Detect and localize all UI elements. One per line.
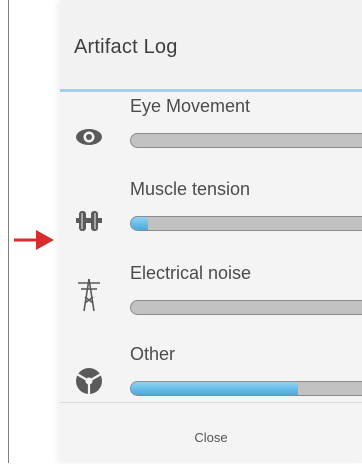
- artifact-level-fill: [131, 217, 148, 230]
- artifact-label: Other: [130, 344, 176, 364]
- artifact-row-electrical-noise: Electrical noise: [60, 263, 362, 343]
- artifact-level-bar: [130, 216, 362, 231]
- artifact-label: Electrical noise: [130, 263, 252, 283]
- artifact-label: Eye Movement: [130, 96, 251, 116]
- muscle-icon: [76, 211, 102, 231]
- dialog-title: Artifact Log: [74, 36, 178, 58]
- eye-icon: [76, 129, 102, 145]
- pointer-arrow-icon: [14, 230, 54, 250]
- pie-segments-icon: [76, 368, 102, 394]
- artifact-row-eye-movement: Eye Movement: [60, 96, 362, 176]
- artifact-label: Muscle tension: [130, 179, 251, 199]
- dialog-header: Artifact Log: [60, 0, 362, 92]
- artifact-log-dialog: Artifact Log Eye Movement Muscle tension: [60, 0, 362, 463]
- artifact-level-bar: [130, 133, 362, 148]
- artifact-level-bar: [130, 300, 362, 315]
- dialog-footer: Close: [60, 402, 362, 463]
- artifact-level-fill: [131, 382, 298, 395]
- artifact-level-bar: [130, 381, 362, 396]
- power-tower-icon: [78, 278, 100, 312]
- artifact-row-muscle-tension: Muscle tension: [60, 179, 362, 259]
- close-button[interactable]: Close: [60, 403, 362, 464]
- frame-border: [8, 0, 9, 463]
